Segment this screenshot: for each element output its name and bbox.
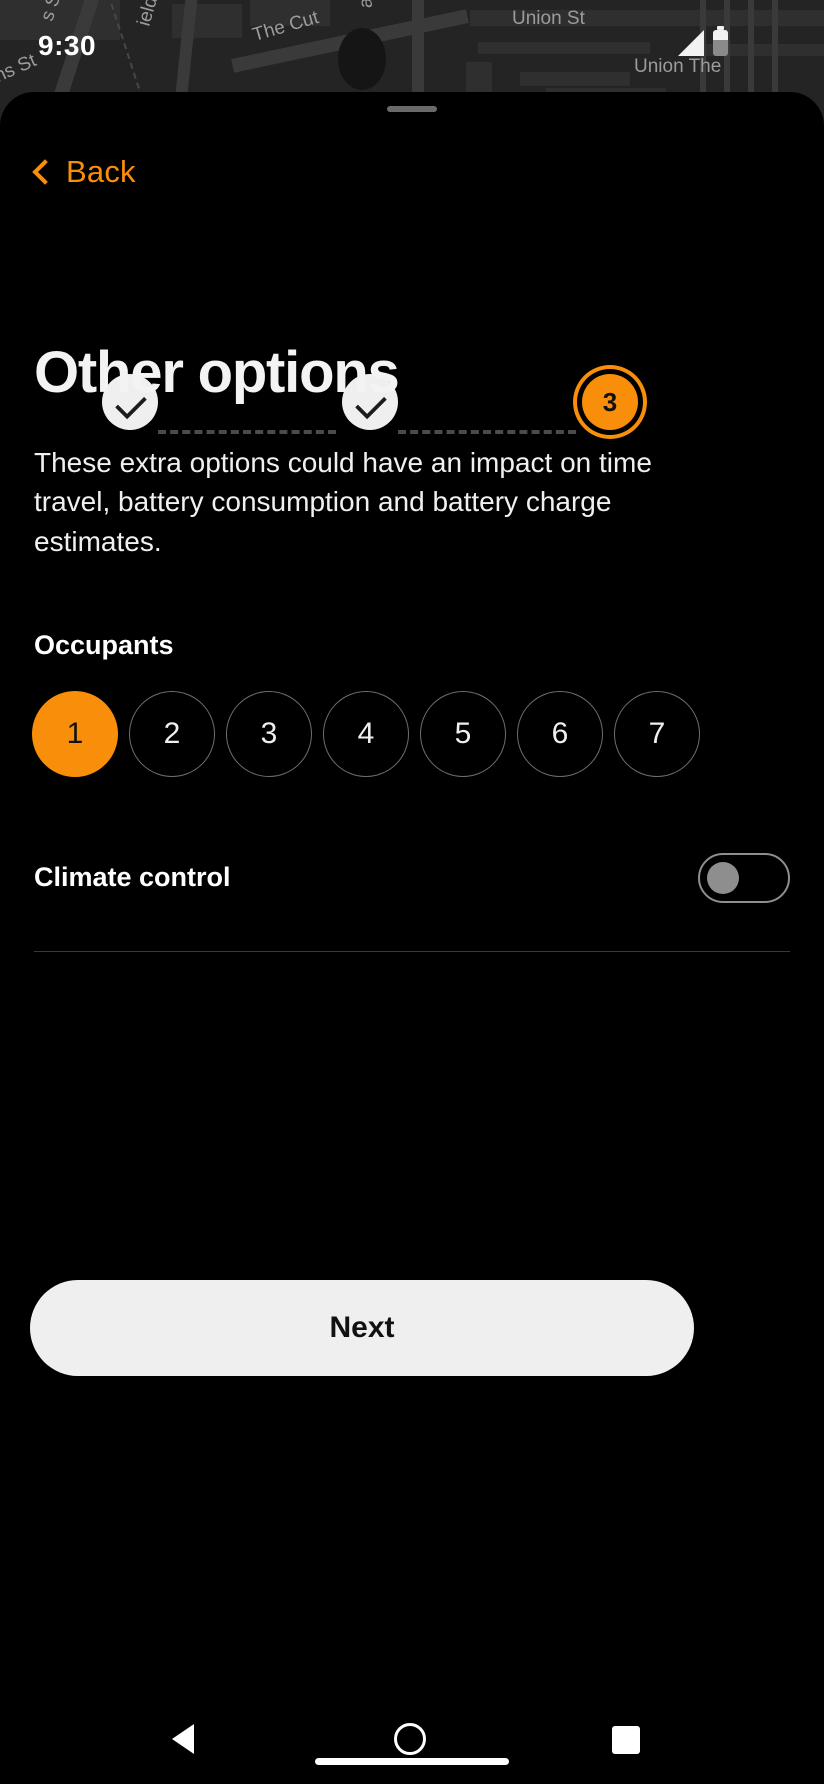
climate-control-label: Climate control: [34, 862, 231, 893]
back-label: Back: [66, 154, 136, 189]
occupant-chip-5[interactable]: 5: [420, 690, 506, 777]
toggle-knob: [707, 861, 739, 894]
occupant-chip-4[interactable]: 4: [323, 690, 409, 777]
occupant-chip-7[interactable]: 7: [614, 690, 700, 777]
climate-control-row: Climate control: [34, 847, 790, 909]
occupants-selector: 1 2 3 4 5 6 7: [32, 690, 824, 777]
status-icons: [678, 26, 728, 56]
occupants-label: Occupants: [34, 629, 174, 660]
options-bottom-sheet: Back 3 Other options These extra options…: [0, 92, 824, 1784]
square-recents-icon[interactable]: [612, 1726, 640, 1754]
occupant-chip-3[interactable]: 3: [226, 690, 312, 777]
triangle-back-icon[interactable]: [172, 1724, 194, 1754]
sheet-content: Other options These extra options could …: [0, 340, 824, 952]
occupant-chip-1[interactable]: 1: [32, 690, 118, 777]
climate-control-toggle[interactable]: [698, 852, 790, 903]
occupant-chip-6[interactable]: 6: [517, 690, 603, 777]
gesture-handle[interactable]: [315, 1758, 509, 1765]
back-button[interactable]: Back: [30, 154, 136, 190]
chevron-left-icon: [30, 162, 50, 182]
battery-icon: [713, 26, 728, 56]
circle-home-icon[interactable]: [394, 1723, 426, 1755]
page-title: Other options: [34, 340, 400, 405]
occupant-chip-2[interactable]: 2: [129, 690, 215, 777]
page-description: These extra options could have an impact…: [34, 446, 652, 558]
signal-bars-icon: [678, 30, 704, 56]
drag-handle[interactable]: [387, 106, 437, 112]
next-button[interactable]: Next: [30, 1280, 694, 1376]
section-divider: [34, 950, 790, 952]
status-bar: 9:30: [0, 0, 824, 92]
status-time: 9:30: [38, 30, 97, 61]
android-navigation-bar: [0, 1688, 824, 1784]
progress-stepper: 3: [0, 242, 824, 434]
